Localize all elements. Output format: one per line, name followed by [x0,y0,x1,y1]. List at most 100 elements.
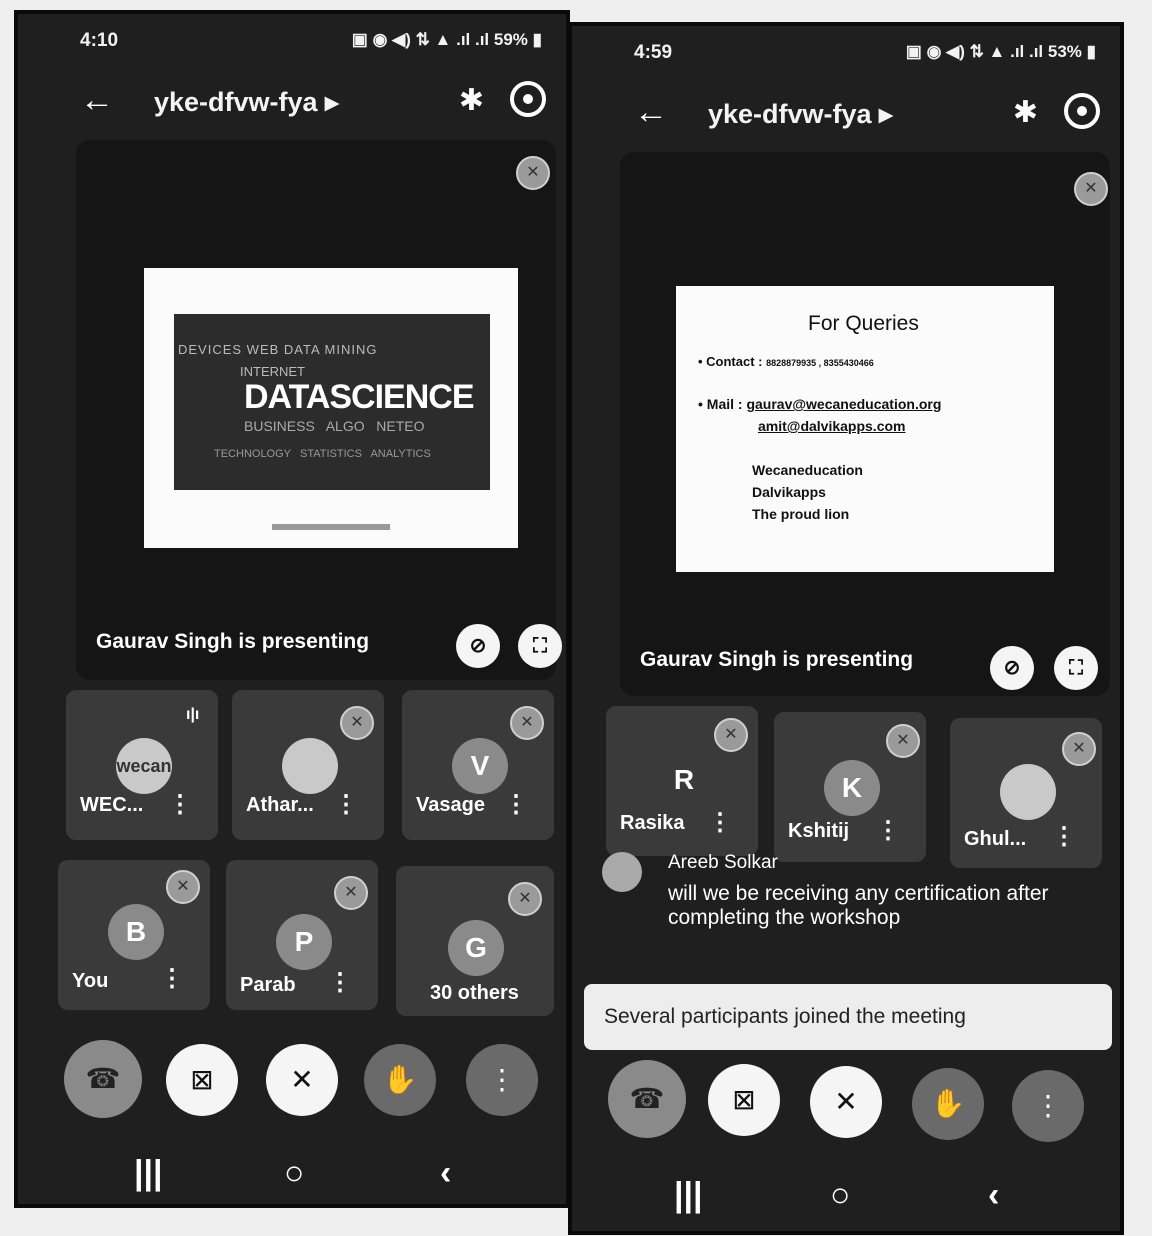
raise-hand-icon[interactable]: ✋ [364,1044,436,1116]
mic-off-icon[interactable]: ✕ [266,1044,338,1116]
top-bar: ← yke-dfvw-fya ▸ ✱ [572,81,1120,151]
raise-hand-icon[interactable]: ✋ [912,1068,984,1140]
participant-tile[interactable]: ı|ı wecan WEC... ⋮ [66,690,218,840]
bluetooth-icon[interactable]: ✱ [459,83,484,118]
video-off-icon[interactable]: ⊠ [708,1064,780,1136]
mic-off-icon: ✕ [166,870,200,904]
camera-switch-icon[interactable] [1064,93,1100,129]
video-off-icon[interactable]: ⊠ [166,1044,238,1116]
android-nav-bar: ||| ○ ‹ [572,1166,1120,1226]
arrow-left-icon[interactable]: ← [80,81,114,120]
call-controls: ☎ ⊠ ✕ ✋ ⋮ [572,1060,1120,1150]
mail-link-2: amit@dalvikapps.com [758,418,906,434]
mic-off-icon: ✕ [510,706,544,740]
pin-off-icon[interactable]: ⊘ [990,646,1034,690]
mic-off-icon: ✕ [886,724,920,758]
mic-off-icon: ✕ [516,156,550,190]
mic-off-icon: ✕ [1074,172,1108,206]
participant-name: Rasika [620,812,685,834]
status-time: 4:59 [634,42,673,63]
right-phone-screen: 4:59 ▣ ◉ ◀) ⇅ ▲ .ıl .ıl 53% ▮ ← yke-dfvw… [568,22,1124,1235]
mic-off-icon[interactable]: ✕ [810,1066,882,1138]
avatar: G [448,920,504,976]
mail-label: • Mail : [698,396,743,412]
participant-tile[interactable]: ✕ Ghul... ⋮ [950,718,1102,868]
participant-tile[interactable]: ✕ P Parab ⋮ [226,860,378,1010]
contact-label: • Contact : [698,354,763,369]
mic-off-icon: ✕ [714,718,748,752]
fullscreen-icon[interactable]: ⛶ [518,624,562,668]
meeting-code[interactable]: yke-dfvw-fya ▸ [154,87,339,118]
participant-name: Vasage [416,794,485,816]
end-call-icon[interactable]: ☎ [64,1040,142,1118]
more-vert-icon[interactable]: ⋮ [168,790,192,819]
status-right: ▣ ◉ ◀) ⇅ ▲ .ıl .ıl 59% ▮ [351,30,542,49]
org-3: The proud lion [752,506,850,522]
participant-tile[interactable]: ✕ V Vasage ⋮ [402,690,554,840]
more-vert-icon[interactable]: ⋮ [466,1044,538,1116]
home-icon[interactable]: ○ [284,1154,305,1193]
more-vert-icon[interactable]: ⋮ [876,816,900,845]
more-vert-icon[interactable]: ⋮ [1052,822,1076,851]
status-right: ▣ ◉ ◀) ⇅ ▲ .ıl .ıl 53% ▮ [905,42,1096,61]
recents-icon[interactable]: ||| [134,1154,163,1193]
android-nav-bar: ||| ○ ‹ [18,1144,566,1204]
status-time: 4:10 [80,30,119,51]
avatar: V [452,738,508,794]
status-bar: 4:59 ▣ ◉ ◀) ⇅ ▲ .ıl .ıl 53% ▮ [572,26,1120,76]
avatar [602,852,642,892]
more-vert-icon[interactable]: ⋮ [160,964,184,993]
left-phone-screen: 4:10 ▣ ◉ ◀) ⇅ ▲ .ıl .ıl 59% ▮ ← yke-dfvw… [14,10,570,1208]
arrow-left-icon[interactable]: ← [634,93,668,132]
shared-slide: DEVICES WEB DATA MINING INTERNET DATASCI… [144,268,518,548]
more-vert-icon[interactable]: ⋮ [708,808,732,837]
slide-image: DEVICES WEB DATA MINING INTERNET DATASCI… [174,314,490,490]
participant-tile[interactable]: ✕ Athar... ⋮ [232,690,384,840]
mail-link-1: gaurav@wecaneducation.org [746,396,942,412]
participant-tile[interactable]: ✕ K Kshitij ⋮ [774,712,926,862]
more-vert-icon[interactable]: ⋮ [1012,1070,1084,1142]
participant-tile-others[interactable]: ✕ G 30 others [396,866,554,1016]
avatar [282,738,338,794]
participant-name: Ghul... [964,828,1027,850]
meeting-code[interactable]: yke-dfvw-fya ▸ [708,99,893,130]
participant-tile[interactable]: ✕ B You ⋮ [58,860,210,1010]
nav-back-icon[interactable]: ‹ [440,1154,451,1193]
shared-slide: For Queries • Contact : 8828879935 , 835… [676,286,1054,572]
nav-back-icon[interactable]: ‹ [988,1176,999,1215]
participant-tile[interactable]: ✕ R Rasika ⋮ [606,706,758,856]
mic-off-icon: ✕ [1062,732,1096,766]
home-icon[interactable]: ○ [830,1176,851,1215]
mic-off-icon: ✕ [334,876,368,910]
fullscreen-icon[interactable]: ⛶ [1054,646,1098,690]
end-call-icon[interactable]: ☎ [608,1060,686,1138]
slide-title: DATASCIENCE [244,378,475,416]
toast-notification: Several participants joined the meeting [584,984,1112,1050]
avatar: R [673,764,695,795]
participant-name: WEC... [80,794,144,816]
participant-name: Kshitij [788,820,850,842]
chat-message: will we be receiving any certification a… [668,882,1049,929]
camera-switch-icon[interactable] [510,81,546,117]
presentation-stage: ✕ DEVICES WEB DATA MINING INTERNET DATAS… [76,140,562,680]
avatar: B [108,904,164,960]
org-2: Dalvikapps [752,484,826,500]
chat-message-popup[interactable]: Areeb Solkar will we be receiving any ce… [602,852,1072,962]
recents-icon[interactable]: ||| [674,1176,703,1215]
pin-off-icon[interactable]: ⊘ [456,624,500,668]
more-vert-icon[interactable]: ⋮ [504,790,528,819]
bluetooth-icon[interactable]: ✱ [1013,95,1038,130]
mic-off-icon: ✕ [340,706,374,740]
audio-level-icon: ı|ı [186,706,200,723]
more-vert-icon[interactable]: ⋮ [328,968,352,997]
avatar: wecan [116,738,172,794]
call-controls: ☎ ⊠ ✕ ✋ ⋮ [18,1040,566,1130]
avatar: P [276,914,332,970]
participant-name: Parab [240,974,296,996]
presenting-label: Gaurav Singh is presenting [96,630,370,653]
participant-name: 30 others [430,982,519,1004]
more-vert-icon[interactable]: ⋮ [334,790,358,819]
battery-level: 59% [493,30,528,49]
slide-title: For Queries [808,312,919,335]
presentation-stage: ✕ For Queries • Contact : 8828879935 , 8… [620,152,1110,696]
